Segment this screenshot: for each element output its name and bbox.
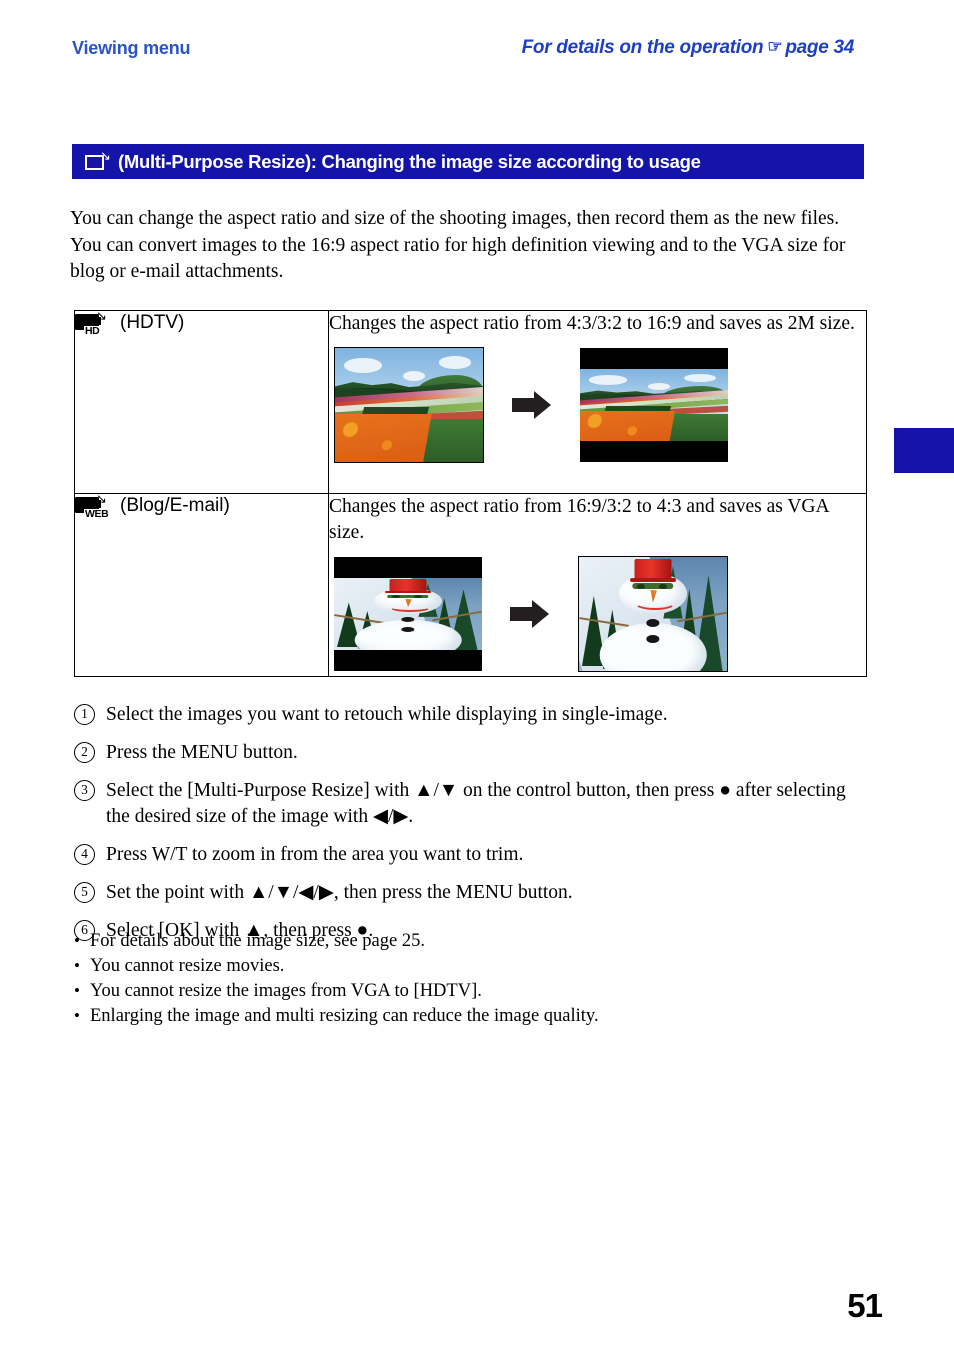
resize-web-icon-arrow: ↘ — [96, 491, 107, 506]
resize-hd-icon-badge: HD — [84, 325, 100, 337]
step-text: Select the [Multi-Purpose Resize] with ▲… — [106, 780, 846, 827]
intro-line-2: You can convert images to the 16:9 aspec… — [70, 234, 846, 283]
resize-hd-icon-tick — [99, 317, 101, 325]
section-banner: ↘ (Multi-Purpose Resize): Changing the i… — [72, 144, 864, 179]
example-pair-hdtv — [329, 347, 866, 463]
resize-frame-icon-arrow: ↘ — [100, 148, 111, 163]
running-head-right-suffix: page 34 — [785, 37, 854, 58]
section-title: (Multi-Purpose Resize): Changing the ima… — [118, 150, 701, 172]
description-text-hdtv: Changes the aspect ratio from 4:3/3:2 to… — [329, 313, 855, 334]
example-after-hdtv — [580, 348, 728, 462]
resize-web-icon: ↘ WEB — [75, 491, 109, 522]
step-number: 2 — [74, 742, 95, 763]
table-row: ↘ HD (HDTV) Changes the aspect ratio fro… — [74, 308, 867, 494]
resize-web-icon-tick — [99, 500, 101, 508]
pointing-hand-icon: ☞ — [767, 37, 783, 56]
step-item: 2 Press the MENU button. — [74, 740, 864, 766]
table-row: ↘ WEB (Blog/E-mail) Changes the aspect r… — [74, 491, 867, 677]
flower-field-photo-wide — [580, 369, 728, 441]
example-before-hdtv — [334, 347, 484, 463]
note-item: You cannot resize the images from VGA to… — [72, 978, 862, 1004]
running-head: Viewing menu For details on the operatio… — [72, 37, 855, 64]
intro-line-1: You can change the aspect ratio and size… — [70, 208, 840, 229]
resize-modes-table: ↘ HD (HDTV) Changes the aspect ratio fro… — [74, 308, 867, 677]
step-item: 1 Select the images you want to retouch … — [74, 702, 864, 728]
example-after-blog-email — [578, 556, 728, 672]
description-text-blog-email: Changes the aspect ratio from 16:9/3:2 t… — [329, 496, 829, 543]
step-number: 1 — [74, 704, 95, 725]
step-item: 3 Select the [Multi-Purpose Resize] with… — [74, 778, 864, 830]
step-text: Press the MENU button. — [106, 742, 298, 763]
mode-cell-hdtv: ↘ HD (HDTV) — [74, 308, 329, 494]
example-before-blog-email — [334, 557, 482, 671]
running-head-right-prefix: For details on the operation — [521, 37, 764, 58]
side-tab-marker — [894, 428, 954, 473]
resize-hd-icon-arrow: ↘ — [96, 308, 107, 323]
snowman-photo — [579, 557, 727, 671]
step-item: 4 Press W/T to zoom in from the area you… — [74, 842, 864, 868]
note-item: For details about the image size, see pa… — [72, 928, 862, 954]
note-item: Enlarging the image and multi resizing c… — [72, 1003, 862, 1029]
note-item: You cannot resize movies. — [72, 953, 862, 979]
resize-hd-icon: ↘ HD — [75, 308, 109, 339]
step-number: 5 — [74, 882, 95, 903]
step-number: 3 — [74, 780, 95, 801]
step-text: Set the point with ▲/▼/◀/▶, then press t… — [106, 882, 573, 903]
running-head-right: For details on the operation ☞ page 34 — [521, 37, 855, 59]
resize-web-icon-badge: WEB — [84, 508, 109, 520]
example-pair-blog-email — [329, 556, 866, 672]
description-cell-hdtv: Changes the aspect ratio from 4:3/3:2 to… — [328, 310, 867, 494]
mode-cell-blog-email: ↘ WEB (Blog/E-mail) — [74, 491, 329, 677]
page-number: 51 — [847, 1287, 883, 1324]
flower-field-photo — [335, 348, 483, 462]
mode-label-hdtv: (HDTV) — [120, 312, 185, 333]
procedure-steps: 1 Select the images you want to retouch … — [74, 702, 864, 956]
step-text: Select the images you want to retouch wh… — [106, 704, 668, 725]
intro-paragraph: You can change the aspect ratio and size… — [70, 206, 860, 286]
notes-list: For details about the image size, see pa… — [72, 928, 862, 1029]
step-text: Press W/T to zoom in from the area you w… — [106, 844, 524, 865]
step-item: 5 Set the point with ▲/▼/◀/▶, then press… — [74, 880, 864, 906]
mode-label-blog-email: (Blog/E-mail) — [120, 495, 230, 516]
step-number: 4 — [74, 844, 95, 865]
description-cell-blog-email: Changes the aspect ratio from 16:9/3:2 t… — [328, 493, 867, 677]
resize-frame-icon: ↘ — [85, 148, 111, 172]
running-head-left: Viewing menu — [72, 38, 191, 58]
snowman-photo-wide — [334, 578, 482, 650]
